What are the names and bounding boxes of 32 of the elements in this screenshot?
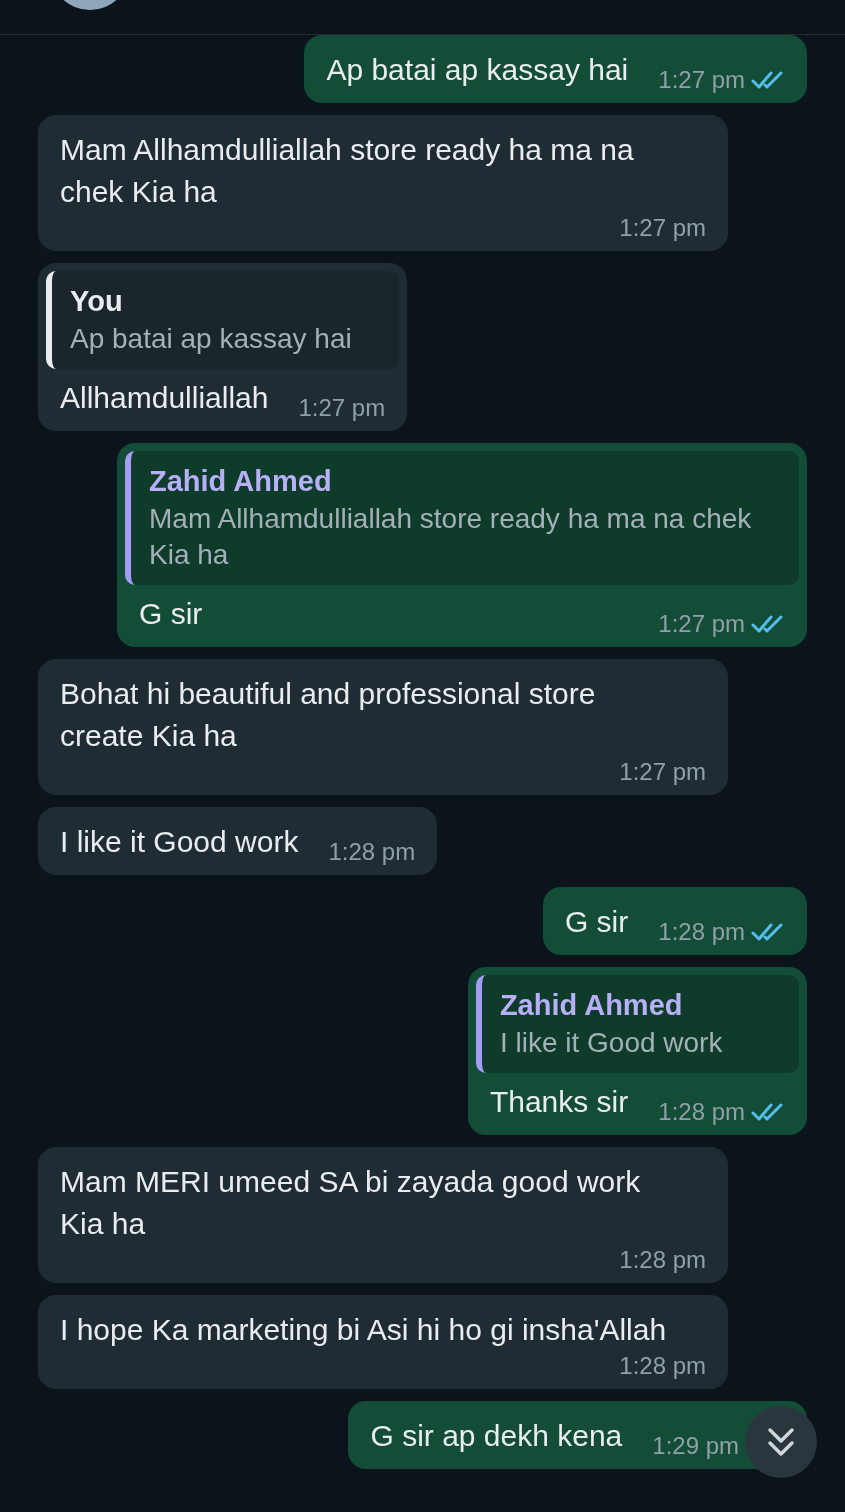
message-text: G sir: [564, 904, 629, 940]
quote-author: You: [70, 284, 124, 319]
message-time: 1:29 pm: [652, 1431, 739, 1461]
message-text: I like it Good work: [60, 824, 299, 860]
message-time: 1:27 pm: [298, 393, 386, 423]
message-text: Ap batai ap kassay hai: [326, 52, 629, 88]
message-time: 1:27 pm: [619, 757, 706, 787]
message-time: 1:28 pm: [658, 917, 745, 947]
message-text: Thanks sir: [489, 1084, 629, 1120]
quoted-message[interactable]: Zahid Ahmed Mam Allhamdulliallah store ready ha ma na chek Kia ha: [125, 451, 799, 585]
message-text: Allhamdulliallah: [60, 380, 269, 416]
double-chevron-down-icon: [766, 1426, 796, 1458]
message-text: Bohat hi beautiful and professional store create Kia ha: [60, 676, 597, 754]
quote-text: I like it Good work: [499, 1026, 724, 1060]
message-time: 1:27 pm: [658, 609, 745, 639]
message-text: Mam MERI umeed SA bi zayada good work Kia ha: [60, 1164, 642, 1242]
quoted-message[interactable]: You Ap batai ap kassay hai: [46, 271, 400, 369]
message-text: G sir ap dekh kena: [370, 1418, 623, 1454]
quote-author: Zahid Ahmed: [149, 464, 333, 499]
message-text: I hope Ka marketing bi Asi hi ho gi insha'Allah: [60, 1312, 667, 1348]
quote-text: Ap batai ap kassay hai: [70, 322, 353, 356]
message-text: Mam Allhamdulliallah store ready ha ma na chek Kia ha: [60, 132, 635, 210]
message-time: 1:28 pm: [619, 1351, 706, 1381]
quote-author: Zahid Ahmed: [499, 988, 684, 1023]
quote-text: Mam Allhamdulliallah store ready ha ma na chek Kia ha: [149, 502, 753, 572]
message-time: 1:27 pm: [658, 65, 745, 95]
message-time: 1:28 pm: [328, 837, 416, 867]
message-time: 1:27 pm: [619, 213, 706, 243]
message-time: 1:28 pm: [619, 1245, 706, 1275]
quoted-message[interactable]: Zahid Ahmed I like it Good work: [475, 975, 799, 1073]
message-time: 1:28 pm: [658, 1097, 745, 1127]
message-text: G sir: [139, 596, 203, 632]
